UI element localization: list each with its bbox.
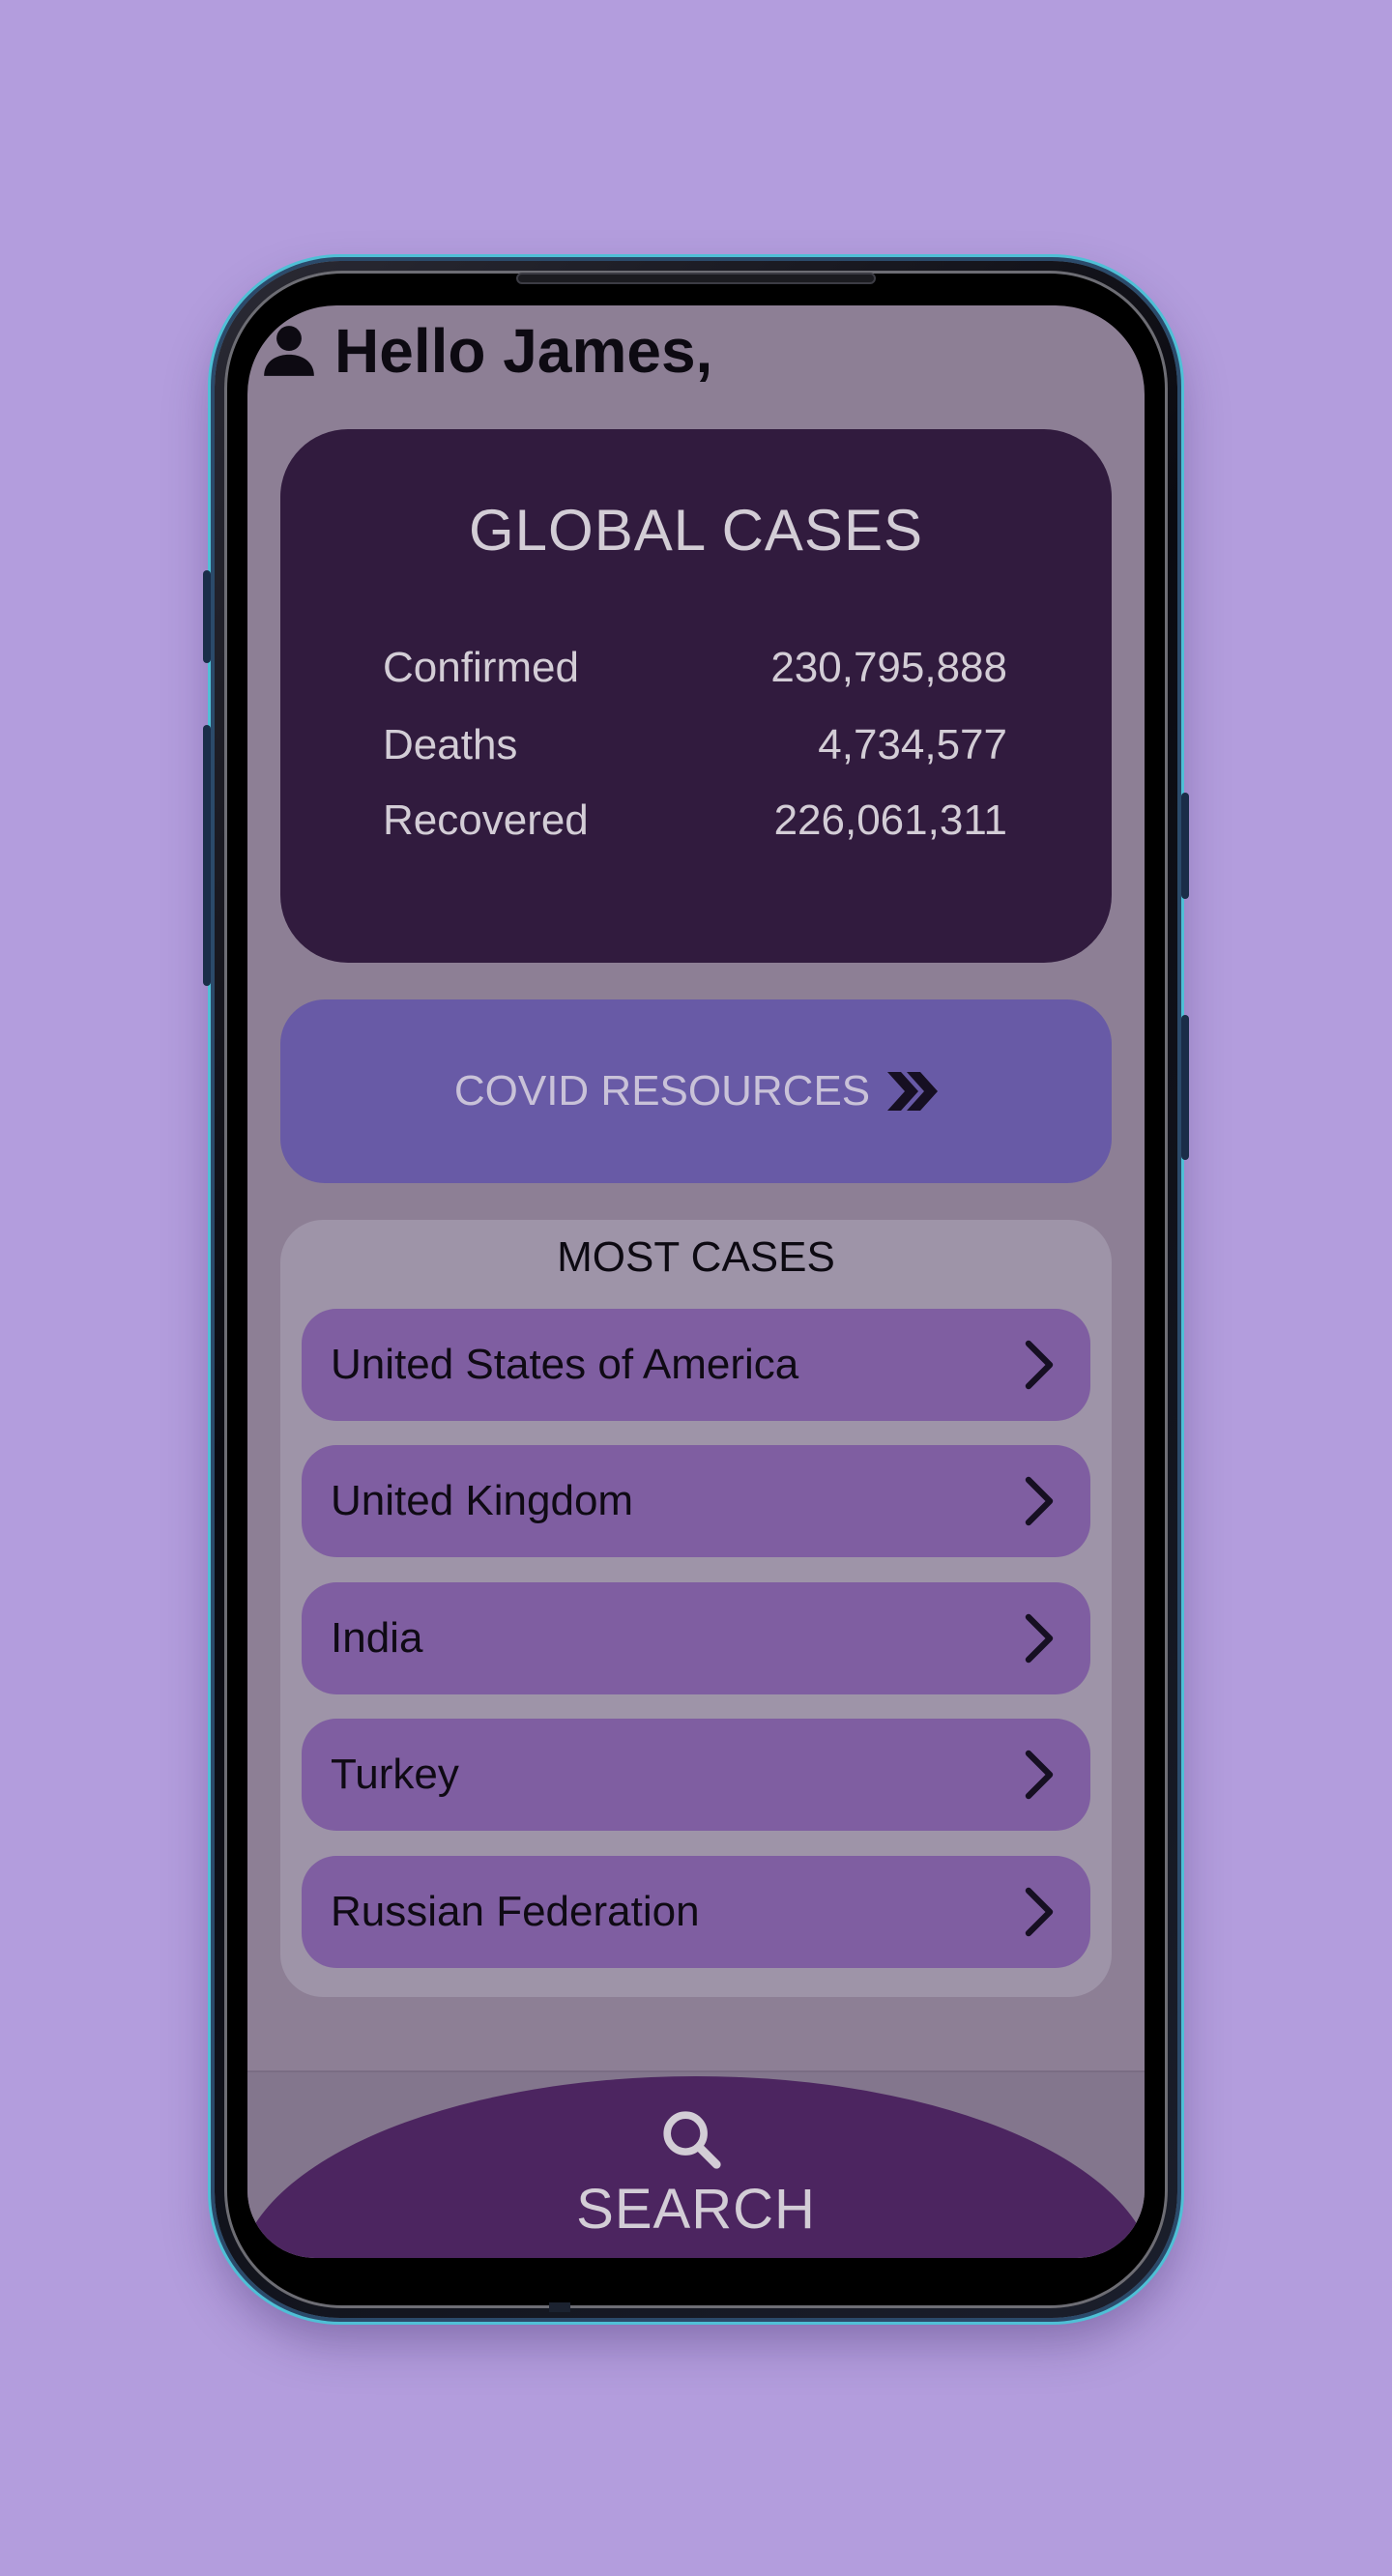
- country-item-uk[interactable]: United Kingdom: [302, 1445, 1090, 1557]
- country-item-india[interactable]: India: [302, 1582, 1090, 1694]
- chevron-right-icon: [1025, 1887, 1054, 1937]
- country-label: United Kingdom: [331, 1477, 634, 1524]
- search-label: SEARCH: [576, 2178, 816, 2241]
- app-screen: Hello James, GLOBAL CASES Confirmed 230,…: [247, 305, 1145, 2258]
- stat-value: 230,795,888: [770, 644, 1007, 691]
- covid-resources-button[interactable]: COVID RESOURCES: [280, 999, 1112, 1183]
- global-cases-title: GLOBAL CASES: [469, 498, 923, 563]
- power-button: [1181, 793, 1189, 899]
- bottom-connector: [549, 2302, 570, 2312]
- chevron-right-icon: [1025, 1750, 1054, 1800]
- global-cases-card: GLOBAL CASES Confirmed 230,795,888 Death…: [280, 429, 1112, 963]
- greeting-text: Hello James,: [334, 316, 713, 386]
- phone-frame: Hello James, GLOBAL CASES Confirmed 230,…: [203, 261, 1189, 2318]
- country-label: India: [331, 1614, 423, 1662]
- earpiece-speaker: [516, 273, 876, 284]
- greeting-header: Hello James,: [259, 315, 712, 387]
- country-label: Russian Federation: [331, 1888, 700, 1935]
- covid-resources-label: COVID RESOURCES: [453, 1067, 871, 1114]
- stat-label: Deaths: [383, 721, 518, 768]
- side-button: [1181, 1015, 1189, 1160]
- stat-label: Recovered: [383, 796, 589, 844]
- country-label: United States of America: [331, 1341, 799, 1388]
- chevron-double-right-icon: [887, 1072, 939, 1111]
- most-cases-card: MOST CASES United States of America Unit…: [280, 1220, 1112, 1997]
- country-item-turkey[interactable]: Turkey: [302, 1719, 1090, 1831]
- stat-label: Confirmed: [383, 644, 579, 691]
- person-icon: [264, 326, 314, 376]
- volume-rocker: [203, 725, 211, 986]
- country-label: Turkey: [331, 1751, 459, 1798]
- chevron-right-icon: [1025, 1613, 1054, 1664]
- chevron-right-icon: [1025, 1340, 1054, 1390]
- stat-value: 226,061,311: [773, 796, 1007, 844]
- stat-value: 4,734,577: [818, 721, 1007, 768]
- stat-row-confirmed: Confirmed 230,795,888: [383, 644, 1007, 692]
- most-cases-title: MOST CASES: [557, 1233, 835, 1281]
- search-icon: [663, 2111, 721, 2169]
- stat-row-deaths: Deaths 4,734,577: [383, 721, 1007, 769]
- volume-button: [203, 570, 211, 663]
- country-item-russia[interactable]: Russian Federation: [302, 1856, 1090, 1968]
- stat-row-recovered: Recovered 226,061,311: [383, 796, 1007, 845]
- country-item-usa[interactable]: United States of America: [302, 1309, 1090, 1421]
- chevron-right-icon: [1025, 1476, 1054, 1526]
